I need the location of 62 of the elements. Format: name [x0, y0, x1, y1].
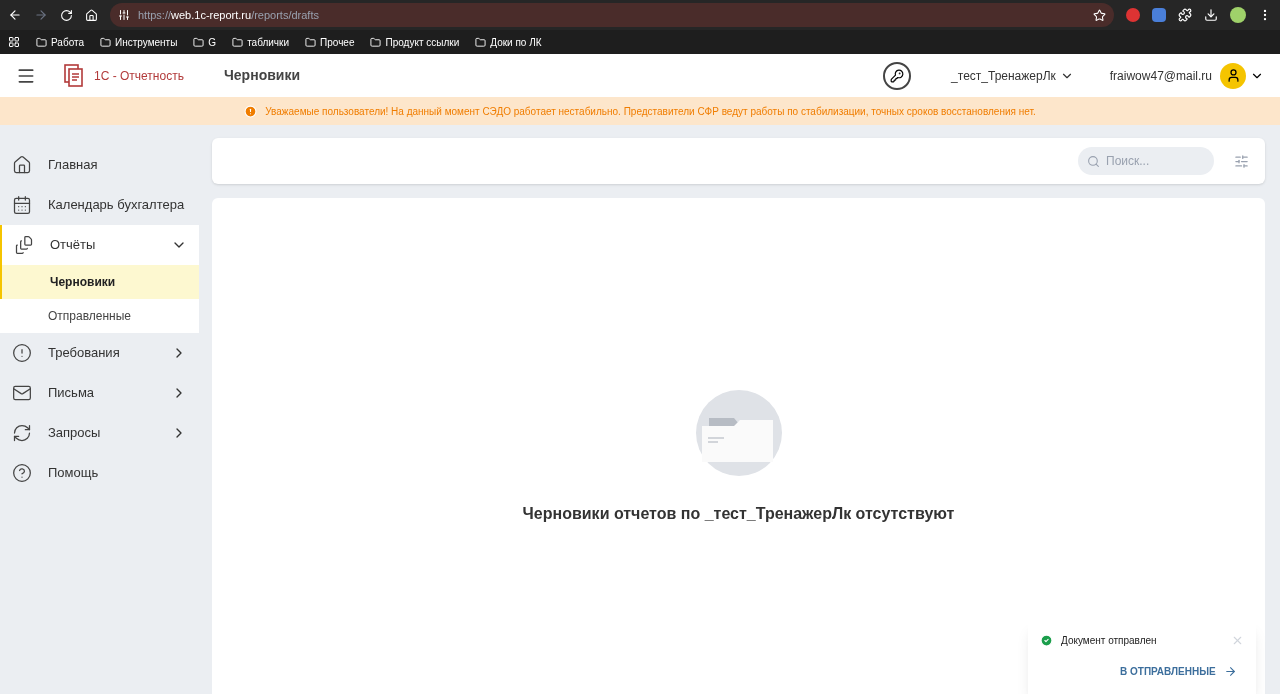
sidebar-subitem[interactable]: Отправленные: [0, 299, 199, 333]
adblock-icon[interactable]: [1126, 8, 1140, 22]
organization-dropdown[interactable]: _тест_ТренажерЛк: [951, 66, 1074, 85]
bookmark[interactable]: Продукт ссылки: [370, 34, 460, 50]
sidebar-item[interactable]: Требования: [0, 333, 199, 373]
documents-icon: [14, 235, 34, 255]
search-field[interactable]: Поиск...: [1078, 147, 1214, 175]
profile-avatar[interactable]: [1230, 7, 1246, 23]
sidebar-item[interactable]: Помощь: [0, 453, 199, 493]
search-icon: [1087, 155, 1100, 168]
brand-name[interactable]: 1С - Отчетность: [94, 66, 214, 85]
address-bar[interactable]: https://web.1c-report.ru/reports/drafts: [110, 3, 1114, 27]
sidebar-item[interactable]: Запросы: [0, 413, 199, 453]
back-icon[interactable]: [8, 8, 22, 22]
help-icon: [12, 463, 32, 483]
folder-icon: [193, 36, 205, 48]
home-icon: [12, 155, 32, 175]
key-button[interactable]: [883, 61, 912, 90]
user-email: fraiwow47@mail.ru: [1109, 67, 1212, 85]
folder-icon: [370, 36, 382, 48]
key-icon: [890, 68, 905, 83]
user-avatar[interactable]: [1220, 62, 1246, 89]
envelope-icon: [12, 383, 32, 403]
toast-message: Документ отправлен: [1061, 634, 1158, 648]
forward-icon[interactable]: [34, 8, 48, 22]
bookmark[interactable]: Прочее: [305, 34, 355, 50]
alert-icon: [12, 343, 32, 363]
refresh-icon: [12, 423, 32, 443]
site-settings-icon: [118, 9, 130, 21]
folder-icon: [475, 36, 487, 48]
folder-icon: [232, 36, 244, 48]
apps-icon[interactable]: [8, 36, 20, 48]
banner-text: Уважаемые пользователи! На данный момент СЭДО работает нестабильно. Представители СФР ведут работы по стабилизации, точных сроков восстановления нет.: [265, 104, 1036, 119]
sidebar-item[interactable]: Календарь бухгалтера: [0, 185, 199, 225]
toast-action-link[interactable]: В ОТПРАВЛЕННЫЕ: [1120, 664, 1237, 679]
sidebar-subitem[interactable]: Черновики: [0, 265, 199, 299]
sidebar-item[interactable]: Письма: [0, 373, 199, 413]
calendar-icon: [12, 195, 32, 215]
folder-icon: [100, 36, 111, 48]
success-icon: [1040, 634, 1053, 647]
download-icon[interactable]: [1204, 8, 1218, 22]
sidebar-item[interactable]: Отчёты: [0, 225, 199, 265]
reload-icon[interactable]: [60, 8, 73, 22]
home-icon[interactable]: [85, 8, 98, 22]
bookmark[interactable]: Доки по ЛК: [475, 34, 542, 50]
empty-state-message: Черновики отчетов по _тест_ТренажерЛк отсутствуют: [522, 504, 955, 524]
bookmark[interactable]: Работа: [36, 34, 84, 50]
user-icon: [1225, 68, 1241, 83]
folder-icon: [36, 36, 47, 48]
page-title: Черновики: [224, 66, 300, 85]
folder-icon: [305, 36, 317, 48]
extensions-icon[interactable]: [1178, 8, 1192, 22]
url-text: https://web.1c-report.ru/reports/drafts: [138, 7, 320, 23]
bookmark-star-icon[interactable]: [1093, 8, 1106, 22]
translate-icon[interactable]: [1152, 8, 1166, 22]
warning-icon: [244, 104, 258, 118]
arrow-right-icon: [1223, 665, 1237, 678]
sidebar-item[interactable]: Главная: [0, 145, 199, 185]
bookmark[interactable]: Инструменты: [100, 34, 178, 50]
filter-icon[interactable]: [1234, 153, 1249, 169]
bookmark[interactable]: таблички: [232, 34, 290, 50]
bookmark[interactable]: G: [193, 34, 217, 50]
